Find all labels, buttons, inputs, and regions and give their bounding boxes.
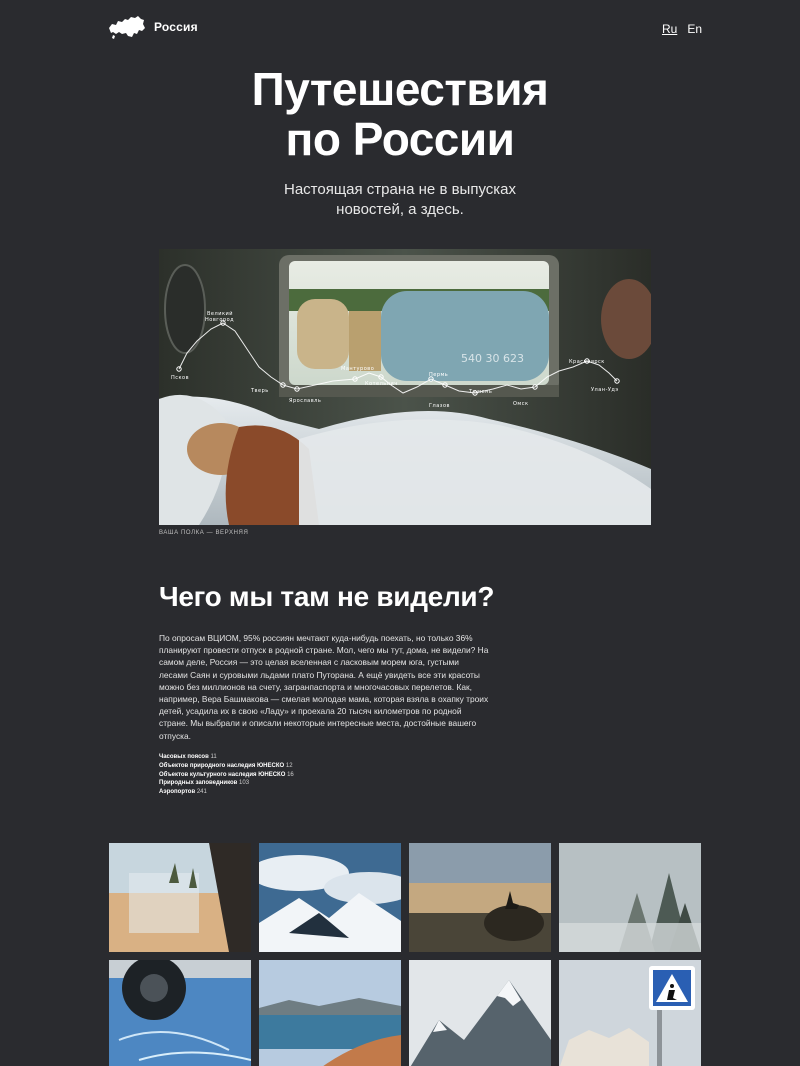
train-compartment-illustration: 540 30 623 Псков Великий Новгород Тверь … <box>159 249 651 525</box>
city-label-kotelnich: Котельнич <box>365 381 398 387</box>
page-title: Путешествия по России <box>0 64 800 164</box>
photo-tile-car-wheel-ice[interactable] <box>109 960 251 1066</box>
section-body-text: По опросам ВЦИОМ, 95% россиян мечтают ку… <box>159 633 489 741</box>
stat-label: Аэропортов <box>159 789 196 796</box>
city-label-omsk: Омск <box>513 401 528 407</box>
stat-label: Природных заповедников <box>159 780 238 787</box>
stat-value: 241 <box>196 789 207 796</box>
car-window-photo <box>109 843 251 952</box>
language-switcher: Ru En <box>662 22 702 36</box>
city-label-novgorod-1: Великий <box>207 310 233 317</box>
mountains-clouds-photo <box>259 843 401 952</box>
city-label-novgorod-2: Новгород <box>205 317 234 323</box>
snow-peak-photo <box>409 960 551 1066</box>
page-subtitle-line-2: новостей, а здесь. <box>336 201 464 218</box>
car-wheel-ice-photo <box>109 960 251 1066</box>
hero-photo-caption: Ваша полка — верхняя <box>159 530 249 536</box>
site-header: Россия Ru En <box>108 14 702 48</box>
stat-row: Объектов культурного наследия ЮНЕСКО 16 <box>159 771 459 780</box>
city-label-mantur: Мантурово <box>341 366 374 372</box>
logo-text: Россия <box>154 20 198 34</box>
city-label-glazov: Глазов <box>429 403 450 409</box>
stat-row: Аэропортов 241 <box>159 788 459 797</box>
stat-value: 16 <box>287 771 294 778</box>
hero-photo-train-compartment: 540 30 623 Псков Великий Новгород Тверь … <box>159 249 651 525</box>
sunset-wolf-photo <box>409 843 551 952</box>
stat-label: Объектов природного наследия ЮНЕСКО <box>159 762 285 769</box>
stat-value: 11 <box>210 754 217 760</box>
stat-value: 103 <box>239 780 250 787</box>
stat-label: Объектов культурного наследия ЮНЕСКО <box>159 771 286 778</box>
photo-tile-foggy-forest[interactable] <box>559 843 701 952</box>
lang-en-link[interactable]: En <box>687 22 702 36</box>
photo-tile-mountains-clouds[interactable] <box>259 843 401 952</box>
photo-tile-lake-shore[interactable] <box>259 960 401 1066</box>
section-title: Чего мы там не видели? <box>159 581 495 612</box>
city-label-tver: Тверь <box>250 388 269 394</box>
stat-value: 12 <box>285 762 293 769</box>
stats-list: Часовых поясов 11 Объектов природного на… <box>159 753 459 797</box>
lang-ru-link[interactable]: Ru <box>662 22 677 36</box>
russia-map-icon <box>109 16 145 39</box>
road-sign-photo <box>559 960 701 1066</box>
site-logo[interactable]: Россия <box>108 14 198 40</box>
lake-shore-photo <box>259 960 401 1066</box>
photo-tile-road-sign[interactable] <box>559 960 701 1066</box>
photo-tile-car-window[interactable] <box>109 843 251 952</box>
city-label-pskov: Псков <box>171 375 189 381</box>
photo-tile-sunset-wolf[interactable] <box>409 843 551 952</box>
page-subtitle-line-1: Настоящая страна не в выпусках <box>283 181 517 198</box>
city-label-perm: Пермь <box>429 372 448 378</box>
stat-label: Часовых поясов <box>159 754 209 760</box>
page-title-line-2: по России <box>285 113 515 165</box>
photo-tile-snow-peak[interactable] <box>409 960 551 1066</box>
city-label-ulan-ude: Улан-Удэ <box>591 387 619 393</box>
stat-row: Объектов природного наследия ЮНЕСКО 12 <box>159 762 459 771</box>
page-title-line-1: Путешествия <box>251 63 549 115</box>
stat-row: Природных заповедников 103 <box>159 779 459 788</box>
stat-row: Часовых поясов 11 <box>159 753 459 762</box>
city-label-yaroslavl: Ярославль <box>289 398 321 404</box>
city-label-tyumen: Тюмень <box>468 389 492 395</box>
train-car-number: 540 30 623 <box>461 352 524 365</box>
city-label-krasnoyarsk: Красноярск <box>569 359 605 365</box>
foggy-forest-photo <box>559 843 701 952</box>
page-subtitle: Настоящая страна не в выпусках новостей,… <box>0 180 800 220</box>
